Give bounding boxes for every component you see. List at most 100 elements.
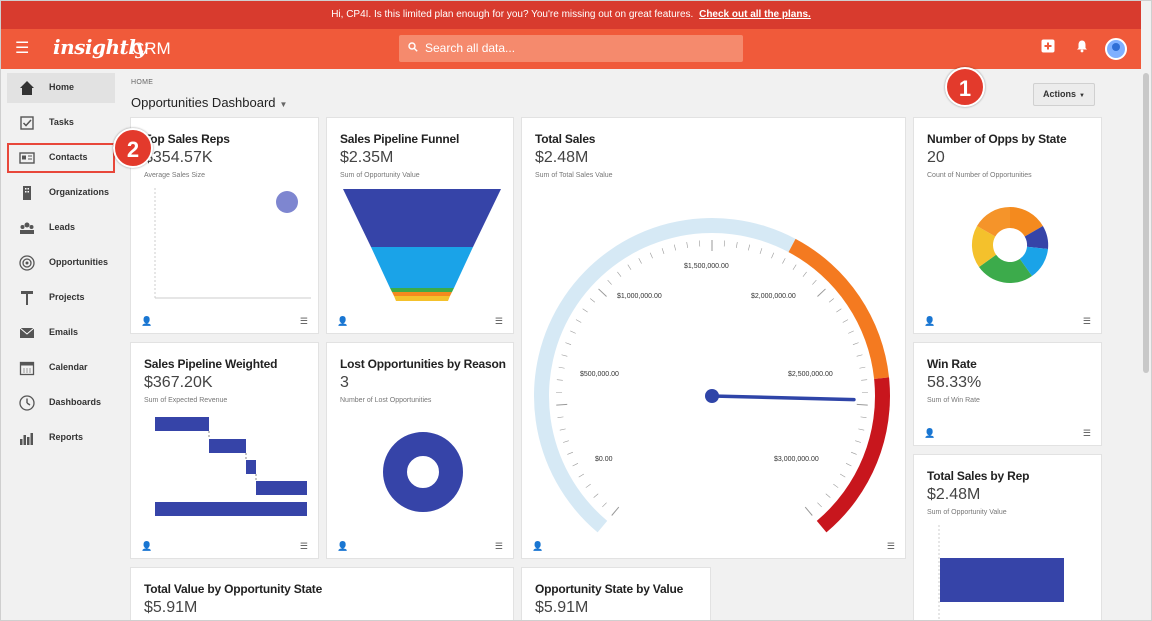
scrollbar-thumb[interactable] [1143,73,1149,373]
card-subtitle: Number of Lost Opportunities [340,397,432,404]
card-value: $367.20K [144,374,213,391]
donut-chart [383,432,463,512]
donut-chart [971,206,1049,284]
check-plans-link[interactable]: Check out all the plans. [699,9,811,20]
card-lost-opportunities[interactable]: Lost Opportunities by Reason 3 Number of… [326,342,514,559]
reports-icon [19,430,35,446]
sidebar-item-dashboards[interactable]: Dashboards [7,388,115,418]
gauge-label: $2,000,000.00 [751,293,796,300]
user-icon[interactable]: 👤 [141,316,152,327]
scrollbar[interactable] [1141,69,1151,620]
gauge-minor-tick [570,330,576,334]
gauge-minor-tick [590,298,596,303]
card-title: Total Value by Opportunity State [144,582,323,596]
sidebar-item-emails[interactable]: Emails [7,318,115,348]
gauge-major-tick [598,288,607,297]
gauge-minor-tick [782,258,786,264]
gauge-minor-tick [759,248,763,254]
gauge-minor-tick [848,330,854,334]
card-subtitle: Sum of Opportunity Value [340,172,420,179]
organizations-icon [19,185,35,201]
gauge-minor-tick [673,244,677,251]
user-icon[interactable]: 👤 [924,428,935,439]
gauge-minor-tick [617,271,622,277]
user-icon[interactable]: 👤 [141,541,152,552]
card-subtitle: Average Sales Size [144,172,205,179]
user-icon[interactable]: 👤 [337,541,348,552]
list-icon[interactable]: ☰ [1083,428,1091,439]
list-icon[interactable]: ☰ [495,541,503,552]
sidebar-item-calendar[interactable]: Calendar [7,353,115,383]
card-sales-pipeline-weighted[interactable]: Sales Pipeline Weighted $367.20K Sum of … [130,342,319,559]
list-icon[interactable]: ☰ [495,316,503,327]
tasks-icon [19,115,35,131]
gauge-minor-tick [627,264,632,270]
card-title: Sales Pipeline Weighted [144,357,278,371]
gauge-label: $2,500,000.00 [788,371,833,378]
sidebar-item-reports[interactable]: Reports [7,423,115,453]
card-opp-state-by-value[interactable]: Opportunity State by Value $5.91M [521,567,711,620]
bell-icon[interactable] [1073,39,1091,57]
sidebar-item-projects[interactable]: Projects [7,283,115,313]
funnel-chart [343,189,501,301]
list-icon[interactable]: ☰ [300,316,308,327]
sidebar-item-organizations[interactable]: Organizations [7,178,115,208]
waterfall-bar [256,481,307,495]
list-icon[interactable]: ☰ [887,541,895,552]
funnel-segment [371,247,473,288]
dashboard-selector[interactable]: Opportunities Dashboard ▼ [131,95,287,110]
sidebar-item-tasks[interactable]: Tasks [7,108,115,138]
upgrade-banner: Hi, CP4I. Is this limited plan enough fo… [1,1,1141,29]
gauge-label: $1,500,000.00 [684,263,729,270]
card-total-value-by-state[interactable]: Total Value by Opportunity State $5.91M [130,567,514,620]
bar-chart [938,525,1064,620]
sidebar-item-label: Home [49,82,75,92]
card-total-sales[interactable]: Total Sales $2.48M Sum of Total Sales Va… [521,117,906,559]
gauge-minor-tick [747,244,751,251]
sidebar-item-label: Dashboards [49,397,102,407]
user-icon[interactable]: 👤 [924,316,935,327]
user-icon[interactable]: 👤 [532,541,543,552]
gauge-needle [710,394,856,402]
gauge-major-tick [856,403,868,406]
sidebar-item-contacts[interactable]: Contacts [7,143,115,173]
menu-icon[interactable]: ☰ [15,40,33,58]
actions-button[interactable]: Actions ▼ [1033,83,1095,106]
gauge-minor-tick [836,308,842,313]
sidebar-item-label: Calendar [49,362,88,372]
card-opps-by-state[interactable]: Number of Opps by State 20 Count of Numb… [913,117,1102,334]
gauge-minor-tick [572,463,579,467]
card-subtitle: Sum of Opportunity Value [927,509,1007,516]
sidebar-item-home[interactable]: Home [7,73,115,103]
sidebar-item-leads[interactable]: Leads [7,213,115,243]
projects-icon [19,290,35,306]
breadcrumb[interactable]: HOME [131,79,153,86]
gauge-minor-tick [833,483,839,488]
list-icon[interactable]: ☰ [1083,316,1091,327]
sidebar-item-opportunities[interactable]: Opportunities [7,248,115,278]
card-win-rate[interactable]: Win Rate 58.33% Sum of Win Rate 👤 ☰ [913,342,1102,446]
card-top-sales-reps[interactable]: Top Sales Reps $354.57K Average Sales Si… [130,117,319,334]
chevron-down-icon: ▼ [279,100,288,109]
gauge-minor-tick [562,440,569,443]
add-icon[interactable] [1039,39,1057,57]
card-title: Top Sales Reps [144,132,230,146]
scatter-point [276,191,298,213]
gauge-minor-tick [736,242,738,249]
search-input[interactable]: Search all data... [399,35,743,62]
waterfall-chart [155,417,307,516]
sidebar-item-label: Emails [49,327,79,337]
avatar[interactable] [1105,38,1127,60]
user-icon[interactable]: 👤 [337,316,348,327]
sidebar: Home Tasks Contacts Organizations Leads [1,69,119,620]
gauge-label: $500,000.00 [580,371,619,378]
funnel-segment [390,288,454,292]
card-total-sales-by-rep[interactable]: Total Sales by Rep $2.48M Sum of Opportu… [913,454,1102,620]
contacts-icon [19,150,35,166]
gauge-minor-tick [802,271,807,277]
gauge-minor-tick [850,451,857,455]
gauge-minor-tick [839,473,846,478]
card-sales-pipeline-funnel[interactable]: Sales Pipeline Funnel $2.35M Sum of Oppo… [326,117,514,334]
calendar-icon [19,360,35,376]
list-icon[interactable]: ☰ [300,541,308,552]
